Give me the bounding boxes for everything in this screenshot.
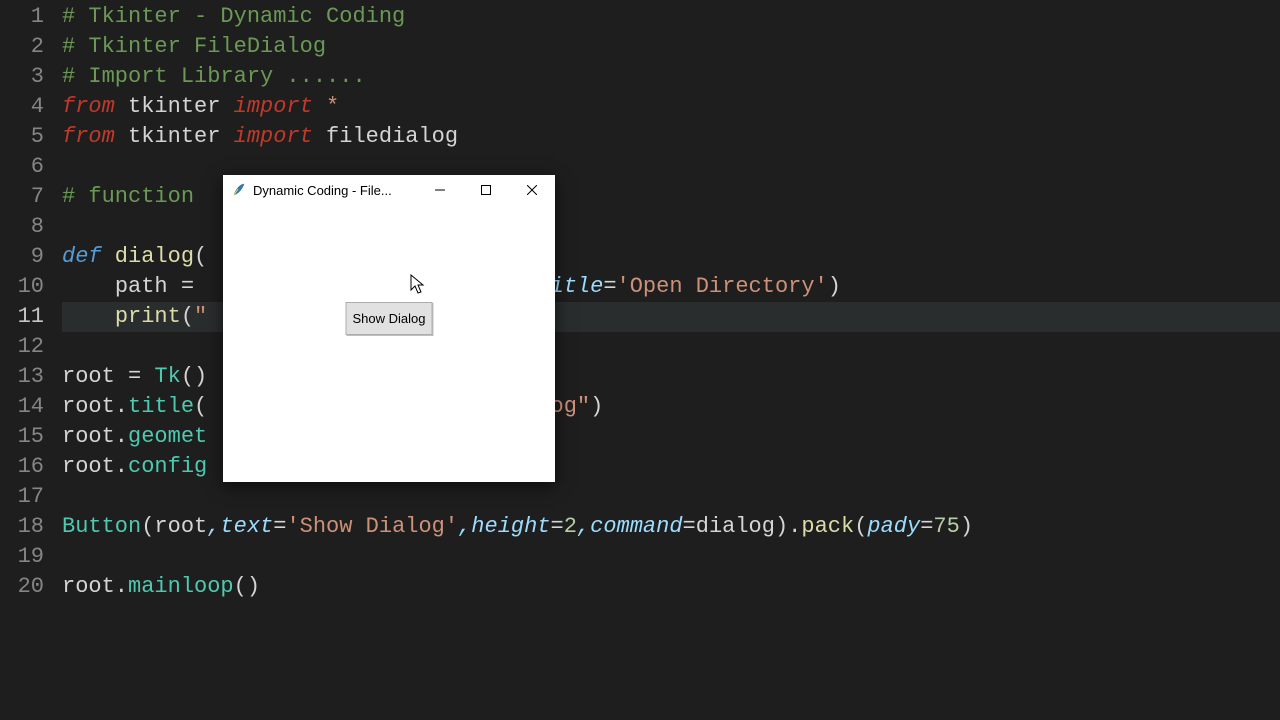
- code-line: root.mainloop(): [62, 572, 1280, 602]
- code-line: from tkinter import *: [62, 92, 1280, 122]
- line-number: 9: [0, 242, 44, 272]
- window-body: Show Dialog: [223, 205, 555, 482]
- code-editor: 1 2 3 4 5 6 7 8 9 10 11 12 13 14 15 16 1…: [0, 0, 1280, 720]
- line-number: 8: [0, 212, 44, 242]
- line-number: 17: [0, 482, 44, 512]
- line-number: 12: [0, 332, 44, 362]
- line-number: 14: [0, 392, 44, 422]
- line-number: 2: [0, 32, 44, 62]
- line-number: 13: [0, 362, 44, 392]
- titlebar[interactable]: Dynamic Coding - File...: [223, 175, 555, 205]
- code-line: # Import Library ......: [62, 62, 1280, 92]
- line-number: 11: [0, 302, 44, 332]
- line-number: 18: [0, 512, 44, 542]
- maximize-button[interactable]: [463, 175, 509, 205]
- line-number: 16: [0, 452, 44, 482]
- line-number: 6: [0, 152, 44, 182]
- minimize-button[interactable]: [417, 175, 463, 205]
- line-number: 4: [0, 92, 44, 122]
- line-number: 5: [0, 122, 44, 152]
- line-number: 10: [0, 272, 44, 302]
- line-number: 3: [0, 62, 44, 92]
- code-line: Button(root,text='Show Dialog',height=2,…: [62, 512, 1280, 542]
- line-number: 1: [0, 2, 44, 32]
- close-button[interactable]: [509, 175, 555, 205]
- show-dialog-button[interactable]: Show Dialog: [346, 302, 433, 335]
- window-title: Dynamic Coding - File...: [253, 183, 417, 198]
- line-number: 15: [0, 422, 44, 452]
- line-number: 20: [0, 572, 44, 602]
- code-line: [62, 482, 1280, 512]
- code-line: from tkinter import filedialog: [62, 122, 1280, 152]
- code-line: # Tkinter FileDialog: [62, 32, 1280, 62]
- line-number: 7: [0, 182, 44, 212]
- line-number-gutter: 1 2 3 4 5 6 7 8 9 10 11 12 13 14 15 16 1…: [0, 0, 62, 720]
- code-line: [62, 542, 1280, 572]
- code-line: # Tkinter - Dynamic Coding: [62, 2, 1280, 32]
- feather-icon: [231, 182, 247, 198]
- tkinter-window[interactable]: Dynamic Coding - File... Show Dialog: [223, 175, 555, 482]
- line-number: 19: [0, 542, 44, 572]
